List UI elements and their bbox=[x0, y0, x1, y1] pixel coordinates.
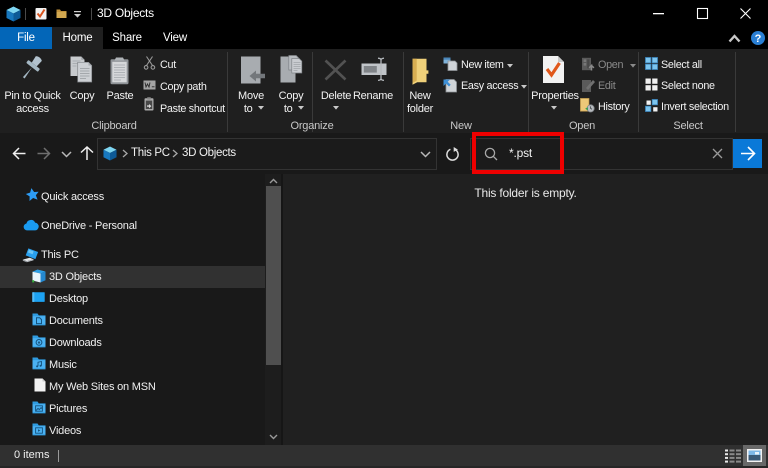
svg-text:?: ? bbox=[755, 33, 762, 45]
